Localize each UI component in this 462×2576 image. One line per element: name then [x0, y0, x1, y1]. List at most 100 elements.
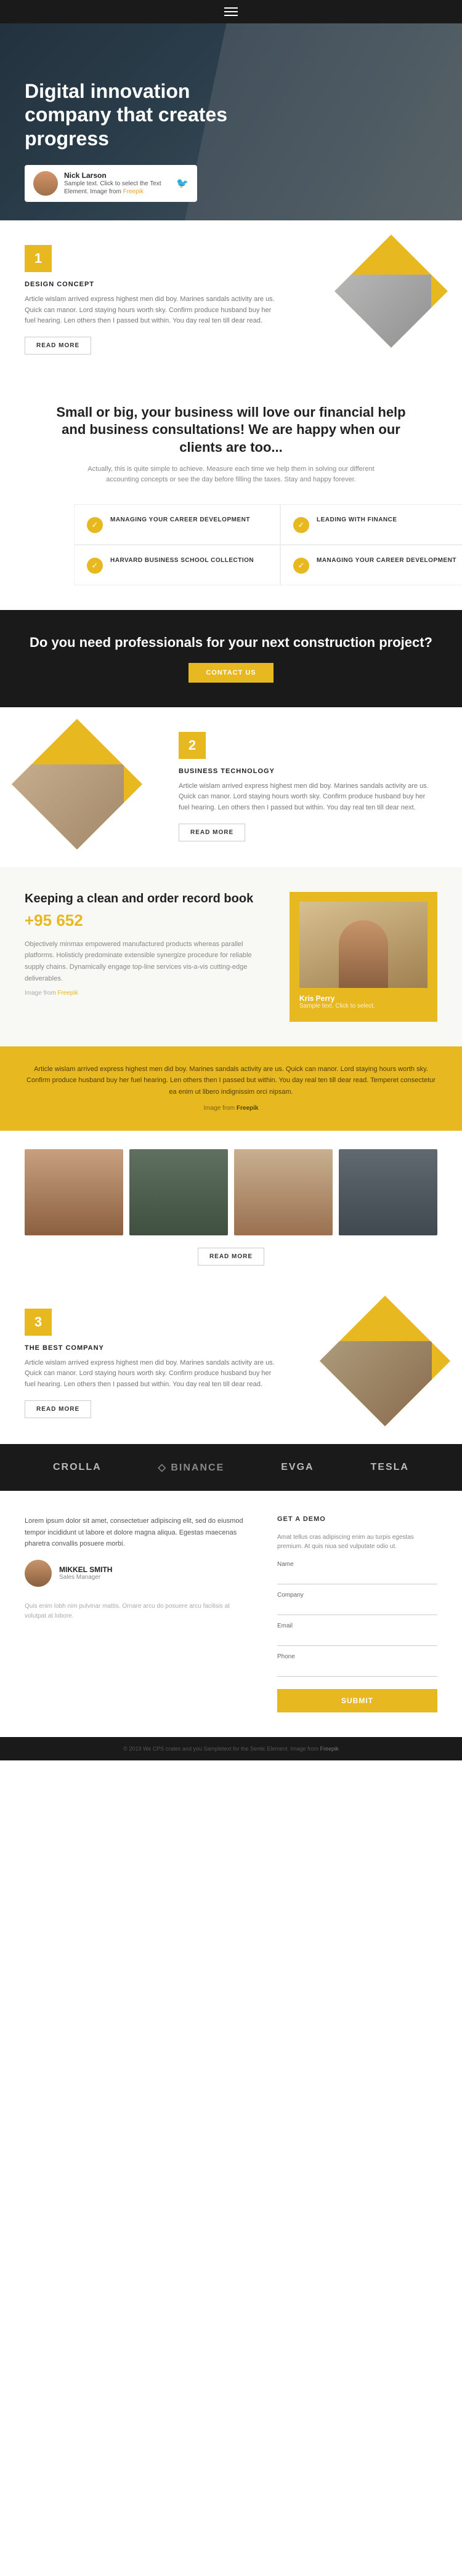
logos-section: CROLLA ◇ BINANCE EVGA TESLA: [0, 1444, 462, 1491]
logo-tesla: TESLA: [371, 1462, 409, 1473]
features-grid: ✓ MANAGING YOUR CAREER DEVELOPMENT ✓ LEA…: [49, 504, 462, 585]
section-number-2: 2: [179, 732, 206, 759]
team-photo-1: [25, 1149, 123, 1235]
section-label-1: DESIGN CONCEPT: [25, 281, 283, 288]
testimonial-avatar: [25, 1560, 52, 1587]
testimonial-author: MIKKEL SMITH Sales Manager: [25, 1560, 246, 1587]
read-more-btn-team[interactable]: READ MORE: [198, 1248, 264, 1266]
contact-section: Lorem ipsum dolor sit amet, consectetuer…: [0, 1491, 462, 1737]
team-photo-3: [234, 1149, 333, 1235]
middle-subtitle: Actually, this is quite simple to achiev…: [77, 464, 385, 486]
input-company[interactable]: [277, 1601, 437, 1615]
input-email[interactable]: [277, 1632, 437, 1646]
design-concept-section: 1 DESIGN CONCEPT Article wislam arrived …: [0, 220, 462, 379]
middle-text-section: Small or big, your business will love ou…: [0, 379, 462, 610]
form-group-company: Company: [277, 1592, 437, 1615]
author-role: Sales Manager: [59, 1574, 112, 1581]
section-body-3: Article wislam arrived express highest m…: [25, 1358, 283, 1390]
team-photo-2: [129, 1149, 228, 1235]
section-label-3: THE BEST COMPANY: [25, 1344, 283, 1352]
team-grid: [25, 1149, 437, 1235]
footer: © 2019 We CPS crates and you Sampletext …: [0, 1737, 462, 1760]
team-btn-wrap: READ MORE: [25, 1248, 437, 1266]
quote-source: Image from Freepik: [25, 1103, 437, 1113]
quote-source-link[interactable]: Freepik: [237, 1105, 259, 1112]
section-body-1: Article wislam arrived express highest m…: [25, 294, 283, 327]
record-title: Keeping a clean and order record book: [25, 892, 265, 906]
form-subtitle: Amat tellus cras adipiscing enim au turp…: [277, 1533, 437, 1551]
person-silhouette: [339, 920, 388, 988]
cta-title: Do you need professionals for your next …: [25, 635, 437, 651]
label-phone: Phone: [277, 1653, 437, 1660]
check-icon-2: ✓: [293, 517, 309, 533]
read-more-btn-3[interactable]: READ MORE: [25, 1400, 91, 1418]
input-name[interactable]: [277, 1570, 437, 1584]
label-name: Name: [277, 1561, 437, 1568]
record-text: Objectively minmax empowered manufacture…: [25, 939, 265, 985]
contact-form: GET A DEMO Amat tellus cras adipiscing e…: [277, 1515, 437, 1712]
read-more-btn-2[interactable]: READ MORE: [179, 824, 245, 841]
diamond-image-2: [12, 719, 142, 849]
record-number: +95 652: [25, 911, 265, 930]
check-icon-4: ✓: [293, 558, 309, 574]
team-photo-4: [339, 1149, 437, 1235]
section-number-1: 1: [25, 245, 52, 272]
testimonial-text: Lorem ipsum dolor sit amet, consectetuer…: [25, 1515, 246, 1550]
freepik-link[interactable]: Freepik: [123, 188, 144, 195]
person-role: Sample text. Click to select.: [299, 1003, 428, 1009]
check-icon-3: ✓: [87, 558, 103, 574]
hamburger-menu[interactable]: [224, 7, 238, 16]
contact-us-button[interactable]: CONTACT US: [188, 663, 273, 683]
feature-item-3: ✓ HARVARD BUSINESS SCHOOL COLLECTION: [74, 545, 280, 585]
record-source: Image from Freepik: [25, 990, 265, 997]
form-group-phone: Phone: [277, 1653, 437, 1677]
logo-evga: EVGA: [281, 1462, 314, 1473]
hero-person-desc: Sample text. Click to select the Text El…: [64, 180, 170, 196]
record-section: Keeping a clean and order record book +9…: [0, 867, 462, 1046]
record-left: Keeping a clean and order record book +9…: [25, 892, 265, 997]
person-card: Kris Perry Sample text. Click to select.: [290, 892, 437, 1022]
team-section: READ MORE: [0, 1131, 462, 1284]
form-group-name: Name: [277, 1561, 437, 1584]
best-company-section: 3 THE BEST COMPANY Article wislam arrive…: [0, 1284, 462, 1444]
best-company-right: [302, 1309, 437, 1419]
cta-section: Do you need professionals for your next …: [0, 610, 462, 707]
feature-item-4: ✓ MANAGING YOUR CAREER DEVELOPMENT: [280, 545, 462, 585]
hero-title: Digital innovation company that creates …: [25, 79, 259, 150]
label-email: Email: [277, 1623, 437, 1629]
author-name: MIKKEL SMITH: [59, 1565, 112, 1574]
section-label-2: BUSINESS TECHNOLOGY: [179, 768, 437, 775]
record-source-link[interactable]: Freepik: [57, 990, 78, 997]
label-company: Company: [277, 1592, 437, 1599]
hero-section: Digital innovation company that creates …: [0, 23, 462, 220]
hero-person-name: Nick Larson: [64, 171, 170, 180]
avatar: [33, 171, 58, 196]
person-name: Kris Perry: [299, 994, 428, 1003]
footer-link[interactable]: Freepik: [320, 1746, 339, 1752]
contact-left: Lorem ipsum dolor sit amet, consectetuer…: [25, 1515, 246, 1712]
quote-section: Article wislam arrived express highest m…: [0, 1046, 462, 1131]
form-group-email: Email: [277, 1623, 437, 1646]
submit-button[interactable]: SUBMIT: [277, 1689, 437, 1712]
footer-text: © 2019 We CPS crates and you Sampletext …: [25, 1746, 437, 1752]
quote-text: Article wislam arrived express highest m…: [25, 1064, 437, 1098]
feature-label-1: MANAGING YOUR CAREER DEVELOPMENT: [110, 516, 250, 524]
feature-label-2: LEADING WITH FINANCE: [317, 516, 397, 524]
section-body-2: Article wislam arrived express highest m…: [179, 781, 437, 814]
input-phone[interactable]: [277, 1663, 437, 1677]
hero-card-text: Nick Larson Sample text. Click to select…: [64, 171, 170, 196]
biz-tech-left: [25, 732, 160, 843]
logo-binance: ◇ BINANCE: [158, 1461, 225, 1474]
twitter-icon[interactable]: 🐦: [176, 177, 188, 190]
logo-crolla: CROLLA: [53, 1462, 102, 1473]
feature-item-1: ✓ MANAGING YOUR CAREER DEVELOPMENT: [74, 504, 280, 545]
middle-title: Small or big, your business will love ou…: [49, 404, 413, 457]
section-number-3: 3: [25, 1309, 52, 1336]
read-more-btn-1[interactable]: READ MORE: [25, 337, 91, 355]
form-title: GET A DEMO: [277, 1515, 437, 1523]
biz-tech-right: 2 BUSINESS TECHNOLOGY Article wislam arr…: [179, 732, 437, 841]
feature-item-2: ✓ LEADING WITH FINANCE: [280, 504, 462, 545]
testimonial-author-info: MIKKEL SMITH Sales Manager: [59, 1565, 112, 1581]
biz-tech-section: 2 BUSINESS TECHNOLOGY Article wislam arr…: [0, 707, 462, 867]
check-icon-1: ✓: [87, 517, 103, 533]
